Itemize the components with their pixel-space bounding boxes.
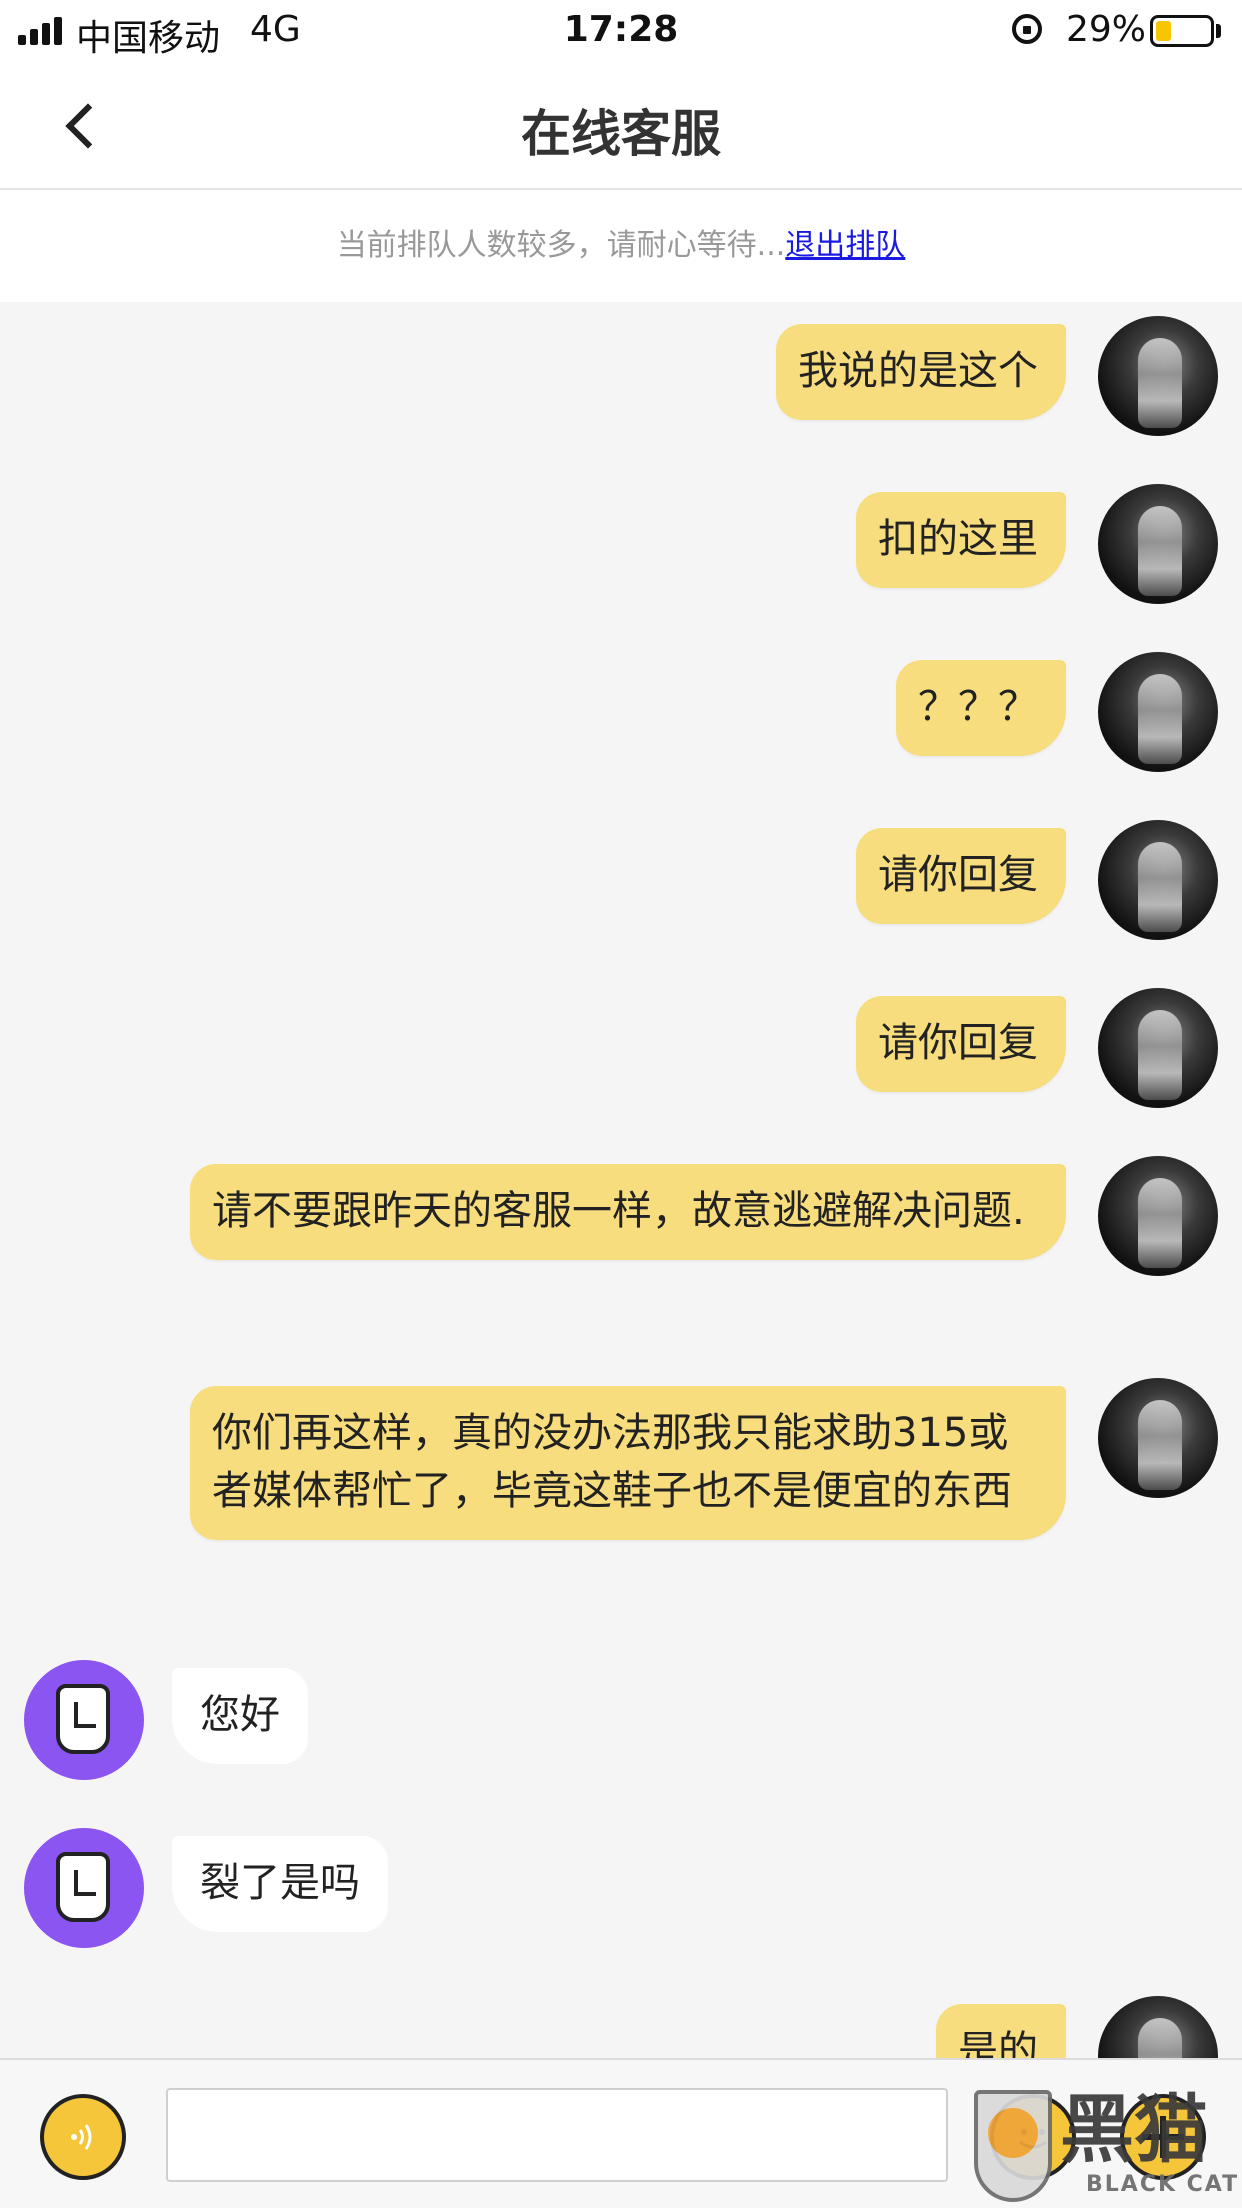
user-avatar[interactable] (1098, 1378, 1218, 1498)
battery-tip (1216, 24, 1221, 38)
user-message-bubble[interactable]: 是的 (936, 2004, 1066, 2058)
watermark-text: 黑猫 (1060, 2087, 1208, 2173)
user-avatar[interactable] (1098, 316, 1218, 436)
message-list[interactable]: 我说的是这个 扣的这里 ？？？ 请你回复 请你回复 请不要跟昨天的客服一样，故意… (0, 302, 1242, 2058)
exit-queue-link[interactable]: 退出排队 (785, 228, 905, 263)
user-avatar[interactable] (1098, 820, 1218, 940)
user-message-bubble[interactable]: 请不要跟昨天的客服一样，故意逃避解决问题. (190, 1164, 1066, 1260)
page-title: 在线客服 (521, 105, 721, 163)
user-message-bubble[interactable]: 请你回复 (856, 996, 1066, 1092)
voice-icon (71, 2124, 92, 2150)
battery-percent: 29% (1066, 9, 1147, 50)
user-message-bubble[interactable]: 我说的是这个 (776, 324, 1066, 420)
user-avatar[interactable] (1098, 484, 1218, 604)
cat-shield-icon (974, 2090, 1052, 2202)
voice-button[interactable] (40, 2094, 126, 2180)
watermark-logo: 黑猫 BLACK CAT (960, 2090, 1242, 2208)
watermark-subtext: BLACK CAT (1086, 2172, 1240, 2197)
agent-message-bubble[interactable]: 裂了是吗 (172, 1836, 388, 1932)
nav-bar: 在线客服 (0, 62, 1242, 190)
user-avatar[interactable] (1098, 652, 1218, 772)
user-message-bubble[interactable]: 扣的这里 (856, 492, 1066, 588)
clock: 17:28 (563, 9, 679, 50)
agent-message-bubble[interactable]: 您好 (172, 1668, 308, 1764)
agent-avatar[interactable] (24, 1660, 144, 1780)
user-avatar[interactable] (1098, 1156, 1218, 1276)
user-avatar[interactable] (1098, 988, 1218, 1108)
user-message-bubble[interactable]: 你们再这样，真的没办法那我只能求助315或者媒体帮忙了，毕竟这鞋子也不是便宜的东… (190, 1386, 1066, 1540)
chat-screen: 中国移动 4G 17:28 29% 在线客服 当前排队人数较多，请耐心等待...… (0, 0, 1242, 2208)
queue-notice: 当前排队人数较多，请耐心等待...退出排队 (0, 190, 1242, 302)
rotation-lock-icon (1012, 14, 1042, 44)
queue-notice-text: 当前排队人数较多，请耐心等待... (336, 228, 786, 263)
user-message-bubble[interactable]: ？？？ (896, 660, 1066, 756)
message-input[interactable] (166, 2088, 948, 2182)
user-avatar[interactable] (1098, 1996, 1218, 2058)
status-bar: 中国移动 4G 17:28 29% (0, 0, 1242, 62)
rock-hand-icon (56, 1684, 110, 1754)
rock-hand-icon (56, 1852, 110, 1922)
battery-icon (1150, 15, 1214, 47)
user-message-bubble[interactable]: 请你回复 (856, 828, 1066, 924)
agent-avatar[interactable] (24, 1828, 144, 1948)
battery-level-fill (1156, 21, 1171, 41)
